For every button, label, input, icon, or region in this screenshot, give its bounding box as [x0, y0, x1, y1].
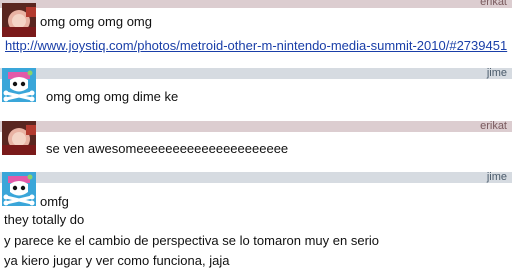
message-text: they totally do: [4, 212, 85, 227]
photo-avatar-icon: [2, 3, 36, 37]
message-text: se ven awesomeeeeeeeeeeeeeeeeeeeee: [46, 141, 289, 156]
message-text: omg omg omg dime ke: [46, 89, 179, 104]
chat-message: jime omfg they totally do y parece ke el…: [0, 172, 517, 270]
username: erikat: [480, 120, 507, 132]
username: jime: [486, 67, 507, 79]
message-text: omg omg omg omg: [40, 14, 152, 29]
message-text: y parece ke el cambio de perspectiva se …: [4, 233, 380, 248]
username-bar: jime: [0, 172, 512, 183]
username: erikat: [480, 0, 507, 8]
chat-message: erikat se ven awesomeeeeeeeeeeeeeeeeeeee…: [0, 121, 517, 165]
message-text: ya kiero jugar y ver como funciona, jaja: [4, 253, 230, 268]
chat-log: erikat omg omg omg omg http://www.joysti…: [0, 0, 517, 270]
username-bar: jime: [0, 68, 512, 79]
username: jime: [486, 171, 507, 183]
message-link[interactable]: http://www.joystiq.com/photos/metroid-ot…: [5, 38, 507, 54]
photo-avatar-icon: [2, 121, 36, 155]
chat-message: jime omg omg omg dime ke: [0, 68, 517, 112]
message-text: omfg: [40, 194, 69, 209]
username-bar: erikat: [0, 0, 512, 8]
chat-message: erikat omg omg omg omg http://www.joysti…: [0, 0, 517, 60]
username-bar: erikat: [0, 121, 512, 132]
pirate-skull-avatar-icon: [2, 172, 36, 206]
pirate-skull-avatar-icon: [2, 68, 36, 102]
